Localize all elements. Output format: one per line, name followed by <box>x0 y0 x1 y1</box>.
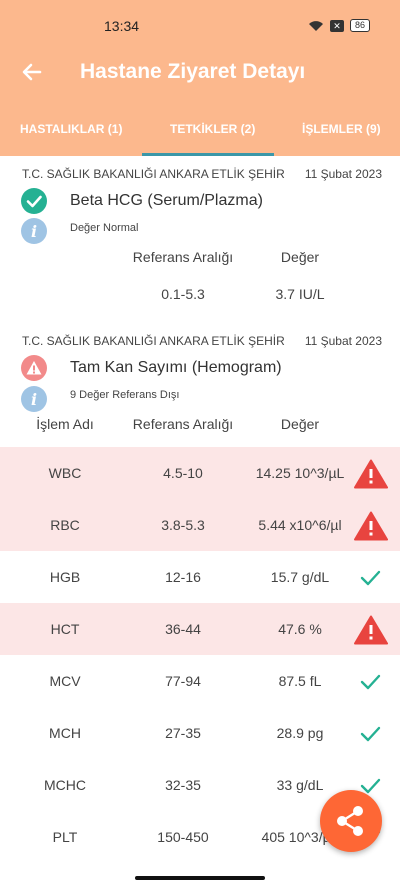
row-name: MCH <box>49 725 81 741</box>
battery-icon: 86 <box>349 19 370 32</box>
row-name: MCHC <box>44 777 86 793</box>
test-note: Değer Normal <box>70 222 139 234</box>
test-date: 11 Şubat 2023 <box>304 167 382 181</box>
info-icon: i <box>21 386 47 412</box>
row-name: HGB <box>49 569 81 585</box>
row-ref: 27-35 <box>165 725 201 741</box>
wifi-icon <box>308 20 323 31</box>
home-handle[interactable] <box>135 876 265 880</box>
row-ref: 32-35 <box>165 777 201 793</box>
navigation-bar <box>0 868 400 888</box>
table-row: HCT 36-44 47.6 % <box>0 603 400 655</box>
x-box-icon: ✕ <box>329 19 344 32</box>
row-ref: 12-16 <box>165 569 201 585</box>
row-name: HCT <box>50 621 80 637</box>
row-name: WBC <box>48 465 82 481</box>
ref-value: 0.1-5.3 <box>161 286 205 302</box>
warning-icon <box>354 511 388 541</box>
test-date: 11 Şubat 2023 <box>304 334 382 348</box>
row-ref: 150-450 <box>157 829 209 845</box>
test-name[interactable]: Tam Kan Sayımı (Hemogram) <box>70 359 282 377</box>
row-value: 15.7 g/dL <box>270 569 330 585</box>
back-button[interactable] <box>18 58 46 86</box>
check-icon <box>354 667 388 697</box>
row-value: 87.5 fL <box>278 673 322 689</box>
status-icons: ✕ 86 <box>308 19 370 32</box>
warning-icon <box>354 615 388 645</box>
app-bar: Hastane Ziyaret Detayı <box>0 42 400 102</box>
status-time: 13:34 <box>104 18 140 34</box>
ref-header: Referans Aralığı <box>132 249 234 265</box>
warning-icon <box>21 355 47 381</box>
row-name: RBC <box>50 517 80 533</box>
row-ref: 36-44 <box>165 621 201 637</box>
hospital-name: T.C. SAĞLIK BAKANLIĞI ANKARA ETLİK ŞEHİR <box>22 167 285 181</box>
table-row: RBC 3.8-5.3 5.44 x10^6/µl <box>0 499 400 551</box>
page-title: Hastane Ziyaret Detayı <box>80 60 306 83</box>
test-list[interactable]: T.C. SAĞLIK BAKANLIĞI ANKARA ETLİK ŞEHİR… <box>0 156 400 876</box>
warning-icon <box>354 459 388 489</box>
test-value: 3.7 IU/L <box>275 286 325 302</box>
test1-header: T.C. SAĞLIK BAKANLIĞI ANKARA ETLİK ŞEHİR… <box>22 167 382 181</box>
row-ref: 4.5-10 <box>163 465 203 481</box>
table-row: MCV 77-94 87.5 fL <box>0 655 400 707</box>
row-value: 14.25 10^3/µL <box>255 465 345 481</box>
tab-islemler[interactable]: İŞLEMLER (9) <box>302 122 381 136</box>
table-row: HGB 12-16 15.7 g/dL <box>0 551 400 603</box>
value-header: Değer <box>280 249 320 265</box>
status-bar: 13:34 ✕ 86 <box>0 0 400 42</box>
value-header: Değer <box>280 416 320 432</box>
table-row: WBC 4.5-10 14.25 10^3/µL <box>0 447 400 499</box>
tab-hastaliklar[interactable]: HASTALIKLAR (1) <box>20 122 122 136</box>
svg-text:i: i <box>31 222 37 241</box>
ref-header: Referans Aralığı <box>132 416 234 432</box>
share-icon <box>337 806 363 836</box>
check-icon <box>354 563 388 593</box>
check-icon <box>354 719 388 749</box>
check-circle-icon <box>21 188 47 214</box>
arrow-left-icon <box>22 63 42 81</box>
svg-text:i: i <box>31 390 37 409</box>
info-icon: i <box>21 218 47 244</box>
share-button[interactable] <box>320 790 382 852</box>
name-header: İşlem Adı <box>36 416 94 432</box>
row-value: 28.9 pg <box>276 725 324 741</box>
row-name: MCV <box>49 673 81 689</box>
table-row: MCH 27-35 28.9 pg <box>0 707 400 759</box>
row-ref: 77-94 <box>165 673 201 689</box>
row-value: 47.6 % <box>278 621 322 637</box>
tab-bar: HASTALIKLAR (1) TETKİKLER (2) İŞLEMLER (… <box>0 102 400 156</box>
test-name[interactable]: Beta HCG (Serum/Plazma) <box>70 192 263 210</box>
test-note: 9 Değer Referans Dışı <box>70 389 180 401</box>
tab-tetkikler[interactable]: TETKİKLER (2) <box>170 122 255 136</box>
row-name: PLT <box>52 829 78 845</box>
test2-header: T.C. SAĞLIK BAKANLIĞI ANKARA ETLİK ŞEHİR… <box>22 334 382 348</box>
row-value: 5.44 x10^6/µl <box>258 517 342 533</box>
hospital-name: T.C. SAĞLIK BAKANLIĞI ANKARA ETLİK ŞEHİR <box>22 334 285 348</box>
row-ref: 3.8-5.3 <box>161 517 205 533</box>
